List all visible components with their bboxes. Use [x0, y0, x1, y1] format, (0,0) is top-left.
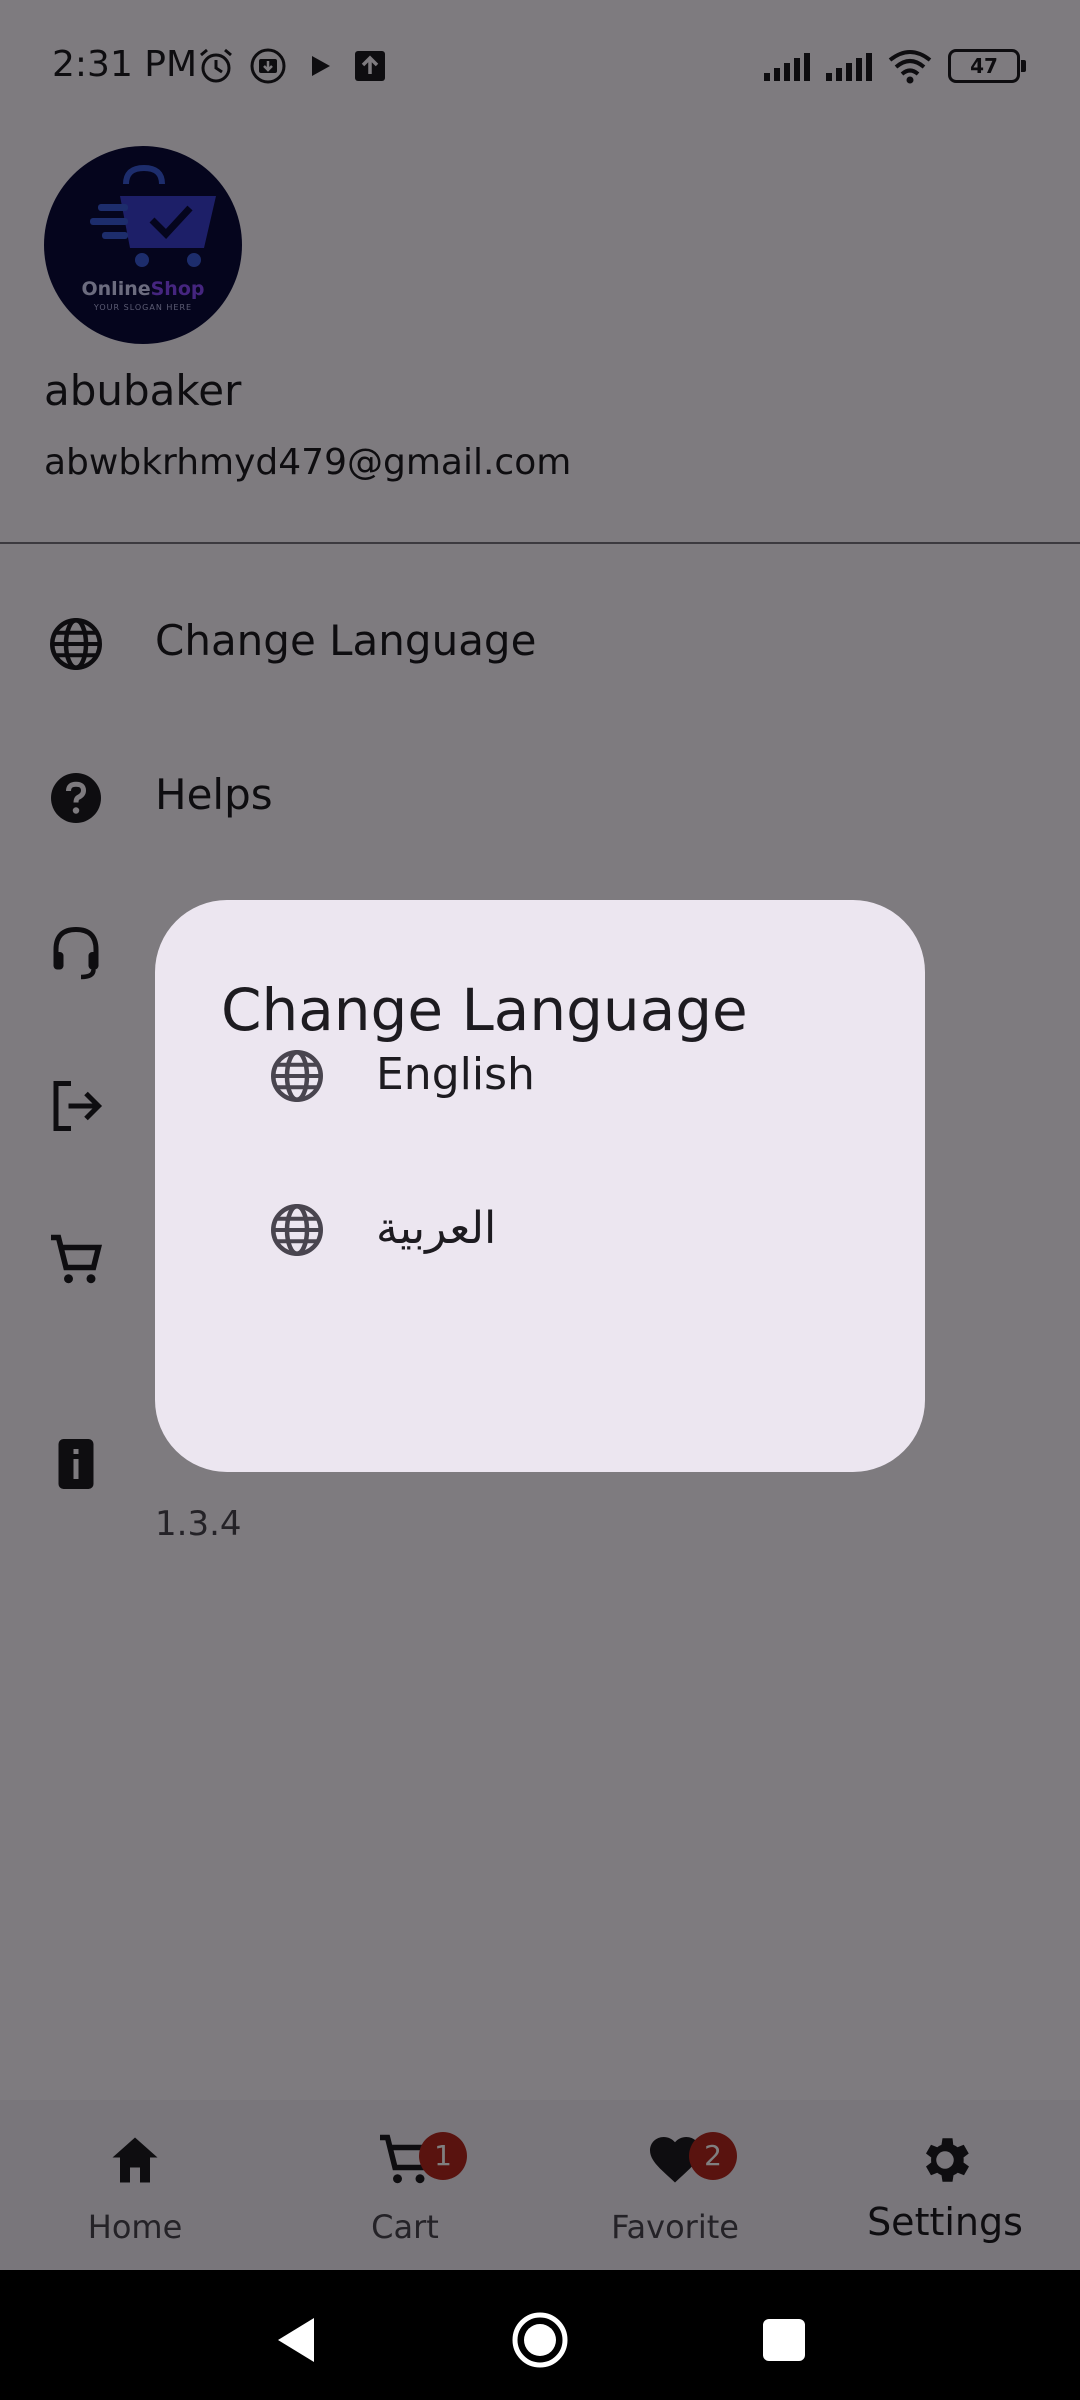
- language-option-english[interactable]: English: [155, 1011, 925, 1141]
- system-navigation-bar: [0, 2270, 1080, 2400]
- language-option-arabic[interactable]: العربية: [155, 1165, 925, 1295]
- globe-icon: [271, 1050, 323, 1102]
- globe-icon: [271, 1204, 323, 1256]
- language-label: العربية: [376, 1203, 497, 1254]
- back-icon[interactable]: [266, 2310, 326, 2370]
- language-label: English: [376, 1049, 535, 1100]
- change-language-dialog: Change Language English العربية: [155, 900, 925, 1472]
- recents-icon[interactable]: [754, 2310, 814, 2370]
- home-button-icon[interactable]: [510, 2310, 570, 2370]
